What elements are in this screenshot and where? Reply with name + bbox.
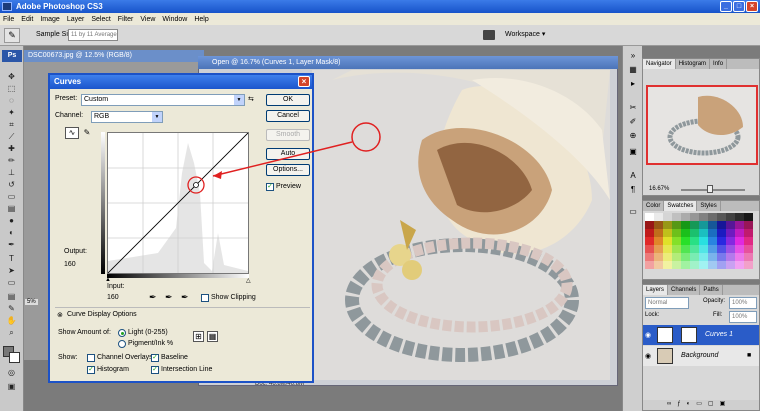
annotation-overlay — [212, 122, 381, 179]
annotation-circle — [351, 122, 381, 152]
annotation-arrow — [212, 141, 353, 177]
